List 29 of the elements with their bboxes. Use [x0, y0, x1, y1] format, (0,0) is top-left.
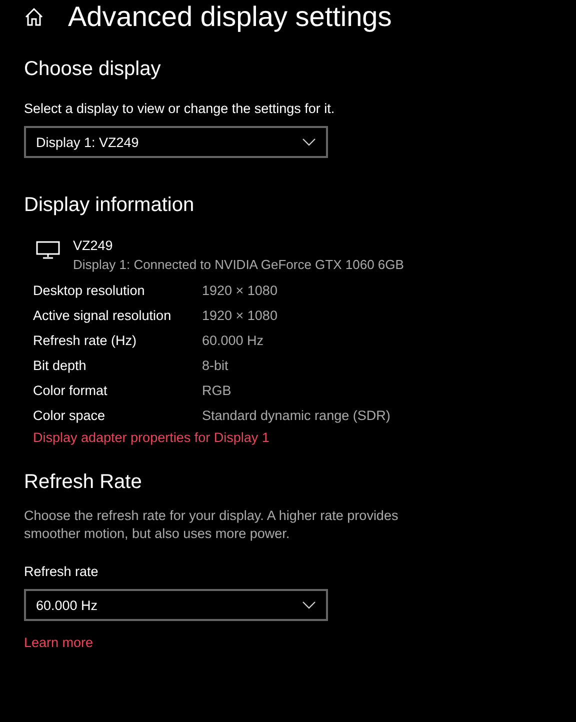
info-value: 1920 × 1080 — [202, 283, 278, 298]
info-value: 8-bit — [202, 358, 228, 373]
section-heading: Refresh Rate — [24, 470, 143, 495]
display-dropdown[interactable]: Display 1: VZ249 — [24, 126, 328, 158]
info-label: Refresh rate (Hz) — [33, 333, 138, 348]
info-label: Color space — [33, 408, 106, 423]
field-label: Refresh rate — [24, 563, 100, 581]
learn-more-link[interactable]: Learn more — [24, 635, 94, 650]
info-value: RGB — [202, 383, 232, 398]
section-heading: Choose display — [24, 57, 162, 82]
page-title: Advanced display settings — [68, 1, 392, 33]
section-heading: Display information — [24, 193, 196, 218]
adapter-properties-link[interactable]: Display adapter properties for Display 1 — [33, 429, 270, 447]
info-value: 60.000 Hz — [202, 333, 264, 348]
refresh-rate-dropdown[interactable]: 60.000 Hz — [24, 589, 328, 621]
chevron-down-icon — [302, 138, 316, 146]
chevron-down-icon — [302, 601, 316, 609]
info-label: Active signal resolution — [33, 308, 172, 323]
monitor-description: Display 1: Connected to NVIDIA GeForce GTX 1060 6GB — [73, 256, 404, 274]
monitor-name: VZ249 — [73, 237, 114, 255]
info-value: 1920 × 1080 — [202, 308, 278, 323]
home-icon[interactable] — [24, 7, 44, 27]
section-description: Choose the refresh rate for your display. A higher rate provides smoother motion, but also uses more power. — [24, 507, 400, 543]
info-label: Bit depth — [33, 358, 88, 373]
info-label: Color format — [33, 383, 108, 398]
info-label: Desktop resolution — [33, 283, 146, 298]
monitor-icon — [36, 241, 60, 259]
info-value: Standard dynamic range (SDR) — [202, 408, 390, 423]
field-label: Select a display to view or change the settings for it. — [24, 100, 336, 118]
